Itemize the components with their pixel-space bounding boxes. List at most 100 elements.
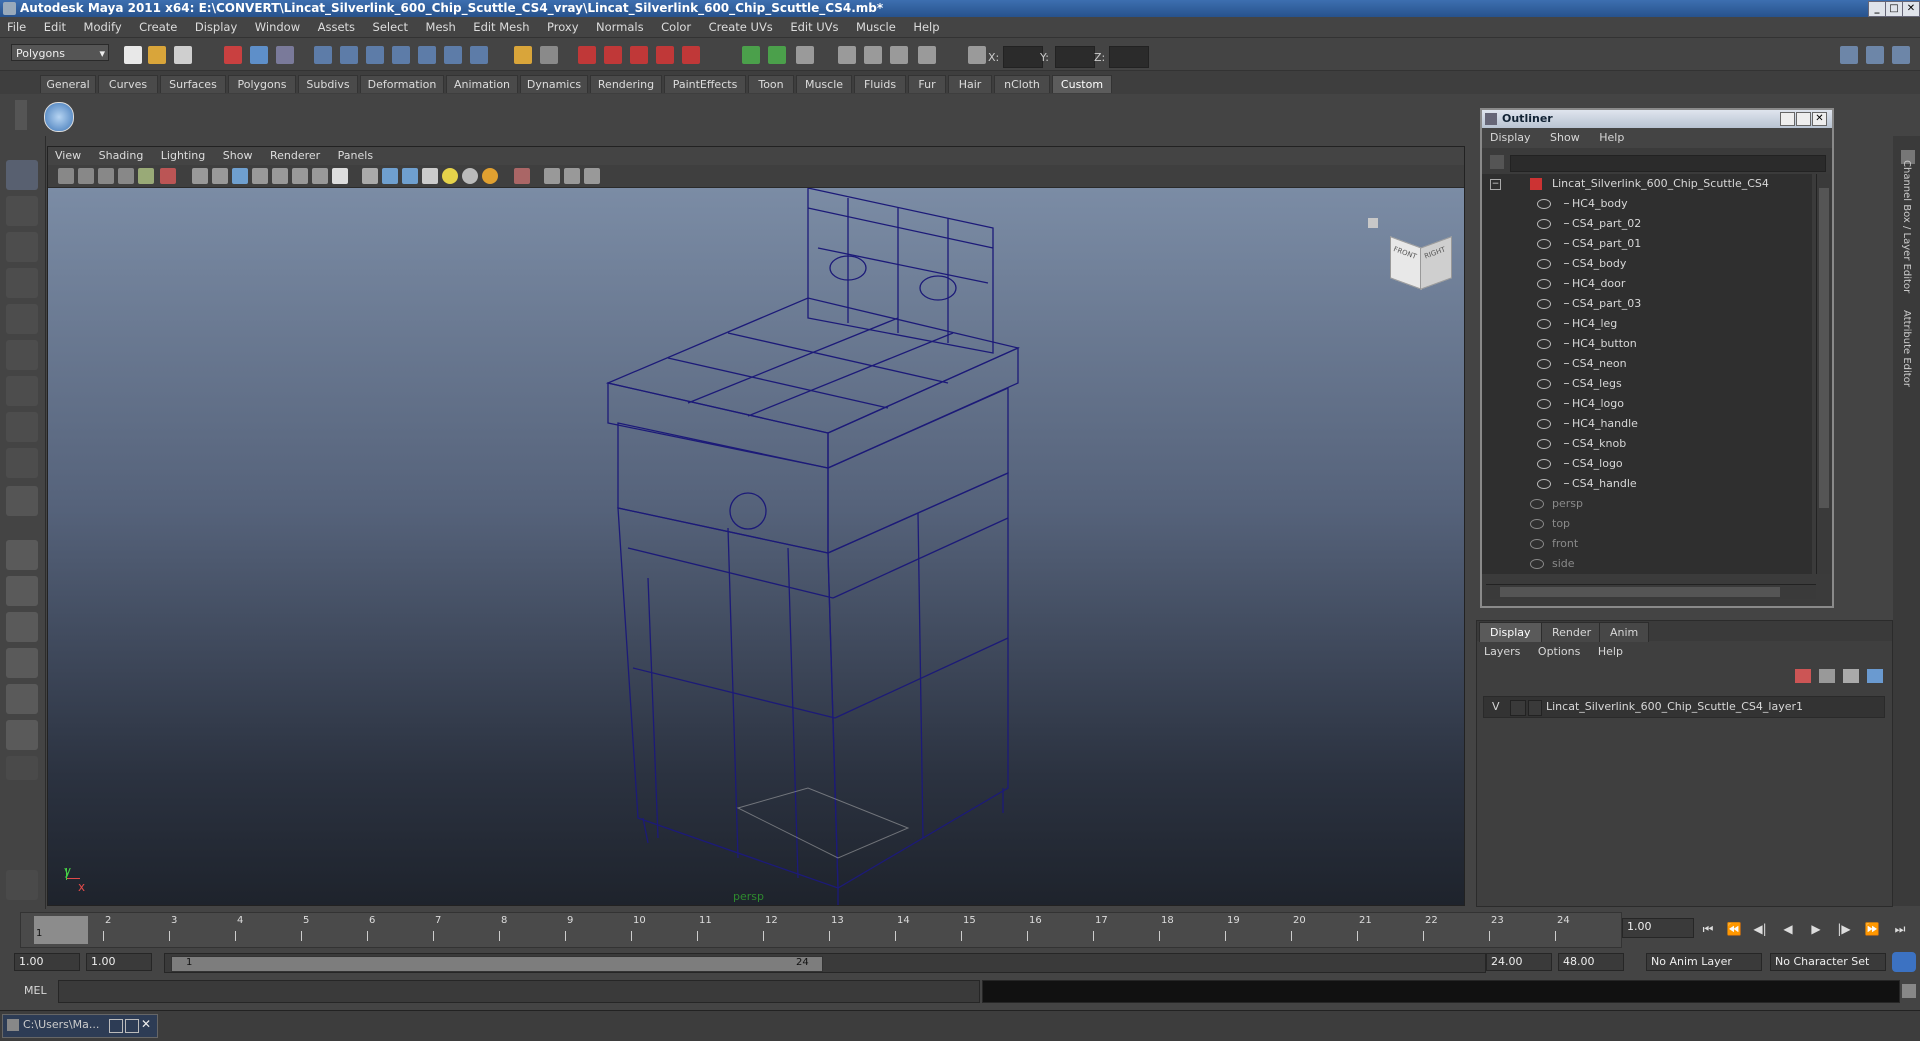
channel-box-icon[interactable] (742, 46, 760, 64)
maximize-mini-button[interactable] (125, 1019, 139, 1033)
time-slider-bar[interactable]: 123456789101112131415161718192021222324 (20, 912, 1622, 948)
menu-color[interactable]: Color (654, 17, 698, 37)
outliner-item[interactable]: HC4_leg (1482, 314, 1812, 334)
single-pane-layout-icon[interactable] (6, 540, 38, 570)
restore-button[interactable] (109, 1019, 123, 1033)
collapse-icon[interactable]: − (1490, 179, 1501, 190)
layer-tab-display[interactable]: Display (1479, 622, 1542, 642)
hypershade-layout-icon[interactable] (6, 684, 38, 714)
universal-manip-icon[interactable] (6, 376, 38, 406)
four-pane-layout-icon[interactable] (6, 576, 38, 606)
film-gate-icon[interactable] (212, 168, 228, 184)
select-tool-icon[interactable] (6, 160, 38, 190)
outliner-item[interactable]: CS4_neon (1482, 354, 1812, 374)
view-cube[interactable]: FRONT RIGHT (1388, 228, 1452, 290)
minimized-window[interactable]: C:\Users\Ma... ✕ (2, 1014, 158, 1038)
shadows-icon[interactable] (482, 168, 498, 184)
mel-label[interactable]: MEL (24, 984, 47, 997)
outliner-maximize-button[interactable] (1796, 112, 1811, 126)
dope-sheet-layout-icon[interactable] (6, 720, 38, 750)
snap-view-plane-icon[interactable] (392, 46, 410, 64)
snap-curve-icon[interactable] (340, 46, 358, 64)
lasso-tool-icon[interactable] (6, 196, 38, 226)
ipr-icon[interactable] (890, 46, 908, 64)
shelf-tab-deformation[interactable]: Deformation (360, 75, 444, 93)
viewport-menu-renderer[interactable]: Renderer (263, 147, 327, 165)
outliner-menu-display[interactable]: Display (1482, 128, 1539, 148)
outliner-item[interactable]: CS4_part_03 (1482, 294, 1812, 314)
show-manipulator-icon[interactable] (6, 448, 38, 478)
attr-editor-icon[interactable] (768, 46, 786, 64)
move-tool-icon[interactable] (6, 268, 38, 298)
menu-edit[interactable]: Edit (37, 17, 73, 37)
menu-select[interactable]: Select (366, 17, 415, 37)
outliner-camera-item[interactable]: front (1482, 534, 1812, 554)
shelf-tab-animation[interactable]: Animation (446, 75, 518, 93)
outliner-item[interactable]: HC4_logo (1482, 394, 1812, 414)
outliner-vertical-scrollbar[interactable] (1816, 174, 1831, 574)
step-forward-frame-icon[interactable]: |▶︎ (1834, 920, 1854, 938)
layer-visibility-toggle[interactable]: V (1492, 697, 1500, 717)
minimize-button[interactable]: _ (1868, 1, 1886, 17)
safe-title-icon[interactable] (312, 168, 328, 184)
viewport-menu-lighting[interactable]: Lighting (154, 147, 212, 165)
y-field[interactable] (1055, 46, 1095, 68)
outliner-item[interactable]: CS4_knob (1482, 434, 1812, 454)
anim-layer-dropdown[interactable]: No Anim Layer (1646, 953, 1762, 971)
outliner-hscroll-thumb[interactable] (1500, 587, 1780, 597)
outliner-camera-item[interactable]: side (1482, 554, 1812, 574)
shelf-tab-toon[interactable]: Toon (748, 75, 794, 93)
graph-layout-icon[interactable] (6, 648, 38, 678)
channel-box-toggle-icon[interactable] (1892, 46, 1910, 64)
layer-menu-options[interactable]: Options (1531, 642, 1587, 662)
auto-key-icon[interactable] (1892, 952, 1916, 972)
outliner-close-button[interactable]: ✕ (1812, 112, 1827, 126)
shelf-tab-general[interactable]: General (40, 75, 96, 93)
maximize-button[interactable]: □ (1885, 1, 1903, 17)
outliner-item[interactable]: CS4_logo (1482, 454, 1812, 474)
shelf-tab-polygons[interactable]: Polygons (228, 75, 296, 93)
outliner-item[interactable]: CS4_legs (1482, 374, 1812, 394)
soft-mod-icon[interactable] (6, 412, 38, 442)
range-bar[interactable]: 1 24 (164, 953, 1486, 973)
x-field[interactable] (1003, 46, 1043, 68)
animation-start-field[interactable]: 1.00 (14, 953, 80, 971)
menu-window[interactable]: Window (248, 17, 307, 37)
absolute-transform-icon[interactable] (968, 46, 986, 64)
attribute-editor-side-tab[interactable]: Attribute Editor (1901, 310, 1912, 387)
more-layouts-icon[interactable] (6, 756, 38, 780)
layer-row[interactable]: V Lincat_Silverlink_600_Chip_Scuttle_CS4… (1483, 696, 1885, 718)
outliner-filter-input[interactable] (1510, 155, 1826, 172)
shelf-tab-rendering[interactable]: Rendering (590, 75, 662, 93)
menu-help[interactable]: Help (906, 17, 946, 37)
menu-edit-mesh[interactable]: Edit Mesh (466, 17, 536, 37)
xray-joints-icon[interactable] (564, 168, 580, 184)
menu-muscle[interactable]: Muscle (849, 17, 903, 37)
smooth-shading-icon[interactable] (382, 168, 398, 184)
play-forward-icon[interactable]: ▶ (1806, 920, 1826, 938)
outliner-camera-item[interactable]: top (1482, 514, 1812, 534)
channel-box-side-tab[interactable]: Channel Box / Layer Editor (1901, 160, 1912, 293)
outliner-scroll-thumb[interactable] (1819, 188, 1829, 508)
close-button[interactable]: ✕ (1902, 1, 1920, 17)
playback-end-field[interactable]: 24.00 (1486, 953, 1552, 971)
viewport-menu-view[interactable]: View (48, 147, 88, 165)
input-ops-icon[interactable] (514, 46, 532, 64)
outliner-item[interactable]: HC4_door (1482, 274, 1812, 294)
outliner-item[interactable]: CS4_handle (1482, 474, 1812, 494)
shelf-menu-handle[interactable] (15, 100, 27, 130)
new-scene-icon[interactable] (124, 46, 142, 64)
z-field[interactable] (1109, 46, 1149, 68)
step-back-key-icon[interactable]: ⏪ (1724, 920, 1744, 938)
wireframe-on-shaded-icon[interactable] (402, 168, 418, 184)
menu-edit-uvs[interactable]: Edit UVs (783, 17, 845, 37)
outliner-item[interactable]: CS4_part_01 (1482, 234, 1812, 254)
construction-icon[interactable] (470, 46, 488, 64)
tool-settings-icon[interactable] (796, 46, 814, 64)
scale-tool-icon[interactable] (6, 340, 38, 370)
all-lights-icon[interactable] (462, 168, 478, 184)
outliner-horizontal-scrollbar[interactable] (1486, 584, 1816, 599)
isolate-select-icon[interactable] (514, 168, 530, 184)
last-tool-icon[interactable] (6, 486, 38, 516)
ipr-render-icon[interactable] (604, 46, 622, 64)
